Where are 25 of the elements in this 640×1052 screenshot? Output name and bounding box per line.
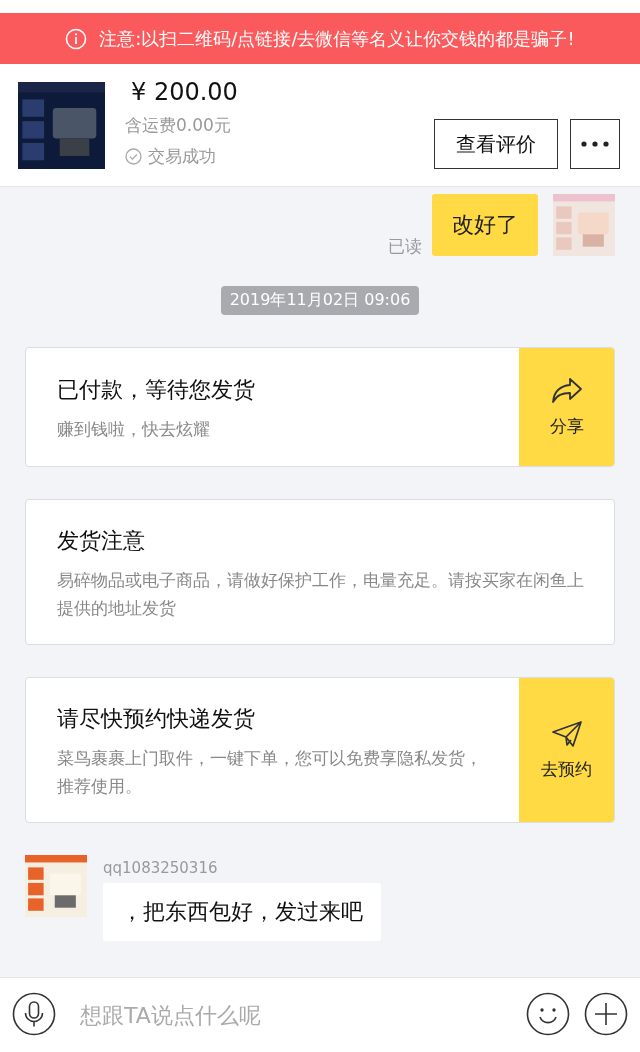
card-text: 菜鸟裹裹上门取件，一键下单，您可以免费享隐私发货，推荐使用。 [57, 747, 483, 798]
action-button[interactable]: 分享 [519, 348, 614, 466]
card-text: 易碎物品或电子商品，请做好保护工作，电量充足。请按买家在闲鱼上提供的地址发货 [57, 569, 584, 620]
card-title: 发货注意 [57, 527, 146, 555]
action-button[interactable]: 去预约 [519, 678, 614, 822]
more-button[interactable] [570, 119, 620, 169]
card-title: 已付款，等待您发货 [57, 376, 256, 404]
paper-plane-icon [550, 719, 583, 748]
price: ¥ 200.00 [131, 78, 239, 108]
warning-text: 注意:以扫二维码/点链接/去微信等名义让你交钱的都是骗子! [99, 26, 575, 51]
card-title: 请尽快预约快递发货 [57, 705, 256, 733]
info-icon [65, 27, 88, 50]
review-button[interactable]: 查看评价 [434, 119, 558, 169]
read-receipt: 已读 [388, 235, 422, 258]
card-text: 赚到钱啦，快去炫耀 [57, 418, 211, 441]
shipping-fee: 含运费0.00元 [125, 114, 232, 137]
message-bubble: ，把东西包好，发过来吧 [103, 883, 381, 941]
share-icon [550, 376, 583, 405]
message-input[interactable]: 想跟TA说点什么呢 [66, 993, 516, 1037]
message-bubble: 改好了 [432, 194, 538, 256]
sender-name: qq1083250316 [103, 859, 218, 877]
order-status: 交易成功 [148, 145, 216, 168]
timestamp: 2019年11月02日 09:06 [220, 286, 420, 315]
more-icon [580, 141, 610, 147]
check-icon [125, 148, 142, 165]
